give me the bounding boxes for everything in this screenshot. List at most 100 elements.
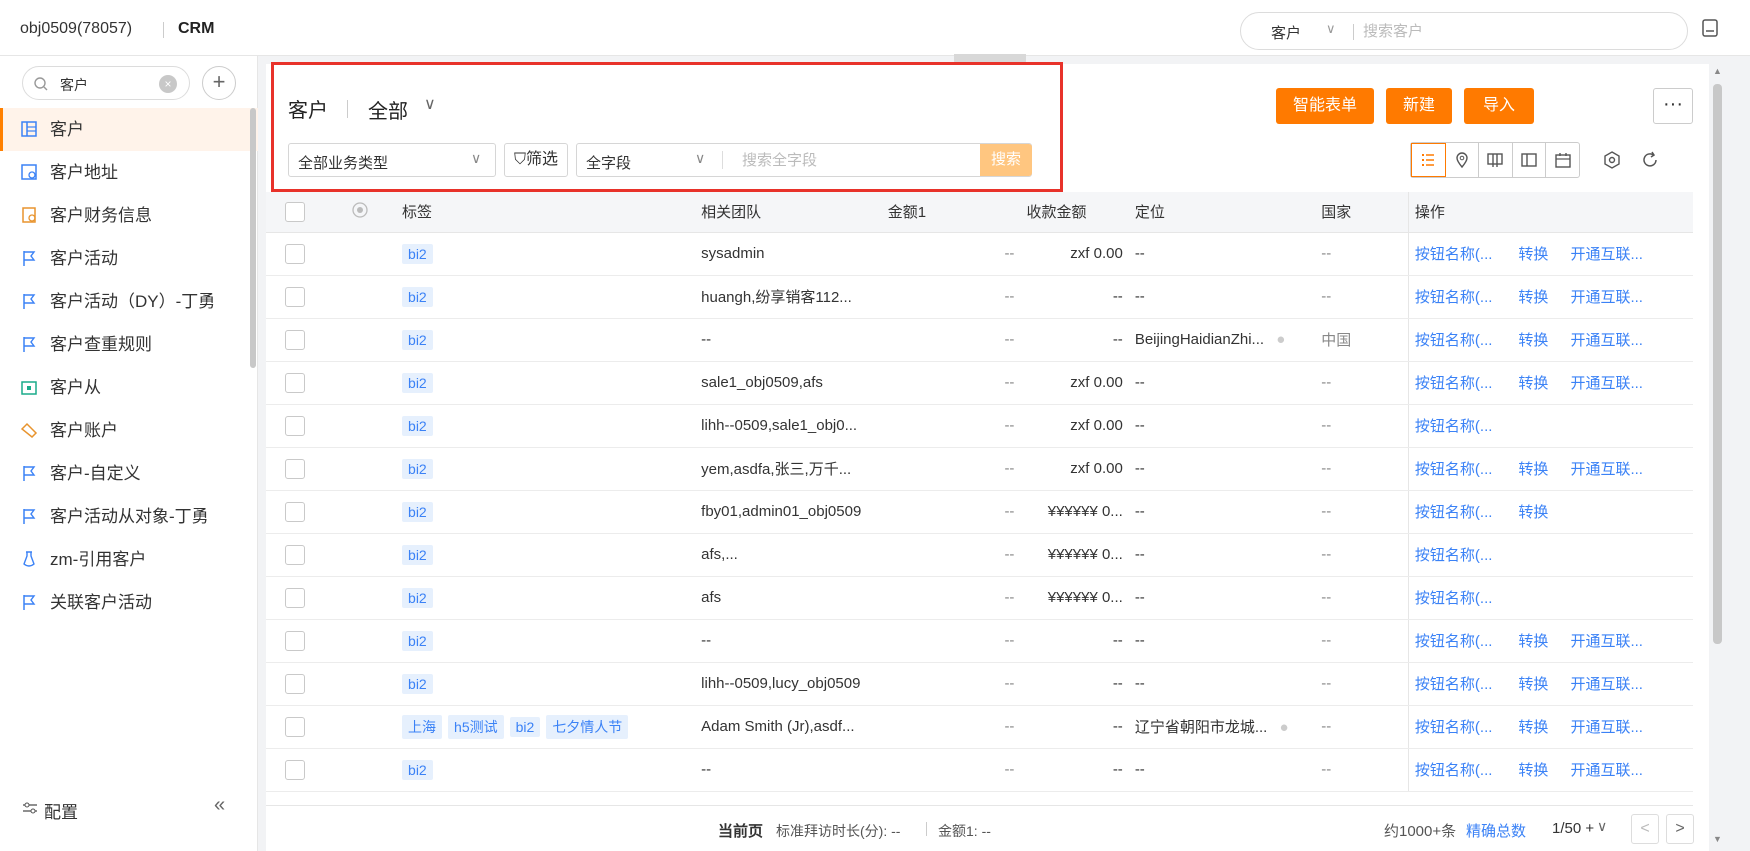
tag-badge[interactable]: bi2 <box>402 501 433 522</box>
tag-badge[interactable]: bi2 <box>402 329 433 350</box>
sidebar-item-customer[interactable]: 客户 <box>0 108 258 151</box>
col-location[interactable]: 定位 <box>1128 192 1316 233</box>
tag-badge[interactable]: bi2 <box>402 286 433 307</box>
row-action-link[interactable]: 按钮名称(... <box>1415 286 1493 307</box>
sidebar-item-customer-finance[interactable]: 客户财务信息 <box>0 194 258 237</box>
row-action-link[interactable]: 转换 <box>1518 759 1548 780</box>
row-checkbox[interactable] <box>285 544 306 565</box>
row-action-link[interactable]: 按钮名称(... <box>1415 673 1493 694</box>
smart-form-button[interactable]: 智能表单 <box>1276 88 1374 124</box>
table-row[interactable]: bi2 -- -- -- -- -- 按钮名称(... 转换 开通互联... <box>266 619 1693 663</box>
row-action-link[interactable]: 开通互联... <box>1570 716 1643 737</box>
row-checkbox[interactable] <box>285 372 306 393</box>
collapse-sidebar-button[interactable]: « <box>214 794 225 817</box>
row-checkbox[interactable] <box>285 415 306 436</box>
sidebar-search[interactable]: 客户 × <box>22 66 190 100</box>
row-action-link[interactable]: 按钮名称(... <box>1415 458 1493 479</box>
table-row[interactable]: bi2 -- -- -- -- -- 按钮名称(... 转换 开通互联... <box>266 748 1693 792</box>
row-action-link[interactable]: 开通互联... <box>1570 673 1643 694</box>
row-checkbox[interactable] <box>285 630 306 651</box>
row-checkbox[interactable] <box>285 458 306 479</box>
clear-icon[interactable]: × <box>159 75 177 93</box>
row-action-link[interactable]: 按钮名称(... <box>1415 759 1493 780</box>
sidebar-item-zm-ref[interactable]: zm-引用客户 <box>0 538 258 581</box>
sidebar-item-customer-activity-dy[interactable]: 客户活动（DY）-丁勇 <box>0 280 258 323</box>
global-search-input[interactable] <box>1363 20 1663 42</box>
calendar-view-icon[interactable] <box>1546 143 1579 177</box>
settings-icon[interactable] <box>1602 150 1622 170</box>
sidebar-item-customer-activity[interactable]: 客户活动 <box>0 237 258 280</box>
row-checkbox[interactable] <box>285 716 306 737</box>
prev-page-button[interactable]: < <box>1631 814 1659 844</box>
tag-badge[interactable]: 上海 <box>402 714 443 739</box>
sidebar-item-customer-sub[interactable]: 客户从 <box>0 366 258 409</box>
row-action-link[interactable]: 按钮名称(... <box>1415 630 1493 651</box>
row-action-link[interactable]: 转换 <box>1518 458 1548 479</box>
tag-badge[interactable]: bi2 <box>402 415 433 436</box>
more-button[interactable]: ··· <box>1653 88 1693 124</box>
page-indicator[interactable]: 1/50 + <box>1552 820 1594 837</box>
search-scope-select[interactable]: 客户 <box>1271 22 1301 43</box>
drag-handle[interactable] <box>954 54 1026 64</box>
chevron-down-icon[interactable]: ∨ <box>1326 21 1336 37</box>
chevron-down-icon[interactable]: ∨ <box>695 150 705 167</box>
row-checkbox[interactable] <box>285 673 306 694</box>
row-action-link[interactable]: 转换 <box>1518 372 1548 393</box>
chevron-down-icon[interactable]: ∨ <box>424 94 436 114</box>
row-checkbox[interactable] <box>285 759 306 780</box>
split-view-icon[interactable] <box>1513 143 1547 177</box>
table-row[interactable]: bi2 lihh--0509,sale1_obj0... -- zxf 0.00 -- -… <box>266 404 1693 448</box>
row-action-link[interactable]: 按钮名称(... <box>1415 716 1493 737</box>
sidebar-item-customer-custom[interactable]: 客户-自定义 <box>0 452 258 495</box>
row-action-link[interactable]: 按钮名称(... <box>1415 544 1493 565</box>
row-action-link[interactable]: 开通互联... <box>1570 329 1643 350</box>
table-row[interactable]: bi2 sysadmin -- zxf 0.00 -- -- 按钮名称(... 转换 开通互联.… <box>266 232 1693 276</box>
scroll-down-icon[interactable]: ▼ <box>1713 834 1722 844</box>
tag-badge[interactable]: bi2 <box>402 673 433 694</box>
row-action-link[interactable]: 转换 <box>1518 630 1548 651</box>
import-button[interactable]: 导入 <box>1464 88 1534 124</box>
tag-badge[interactable]: bi2 <box>402 458 433 479</box>
row-action-link[interactable]: 按钮名称(... <box>1415 587 1493 608</box>
page-scrollbar[interactable]: ▲ ▼ <box>1711 64 1724 851</box>
list-view-icon[interactable] <box>1411 143 1446 177</box>
row-action-link[interactable]: 按钮名称(... <box>1415 372 1493 393</box>
add-button[interactable]: + <box>202 66 236 100</box>
sidebar-item-duplicate-rules[interactable]: 客户查重规则 <box>0 323 258 366</box>
location-pin-icon[interactable]: ● <box>1280 719 1289 736</box>
table-row[interactable]: bi2 afs,... -- ¥¥¥¥¥¥ 0... -- -- 按钮名称(... <box>266 533 1693 577</box>
row-checkbox[interactable] <box>285 501 306 522</box>
row-action-link[interactable]: 转换 <box>1518 329 1548 350</box>
table-row[interactable]: bi2 huangh,纷享销客112... -- -- -- -- 按钮名称(... 转换 开通… <box>266 275 1693 319</box>
table-row[interactable]: bi2 yem,asdfa,张三,万千... -- zxf 0.00 -- -- 按钮名称(… <box>266 447 1693 491</box>
tag-badge[interactable]: bi2 <box>402 372 433 393</box>
map-view-icon[interactable] <box>1446 143 1480 177</box>
sidebar-scrollbar[interactable] <box>250 108 256 368</box>
global-search[interactable]: 客户 ∨ <box>1240 12 1688 50</box>
tag-badge[interactable]: bi2 <box>402 587 433 608</box>
chevron-down-icon[interactable]: ∨ <box>1597 818 1607 835</box>
location-pin-icon[interactable]: ● <box>1276 331 1285 348</box>
filter-button[interactable]: ⛉筛选 <box>504 143 568 177</box>
next-page-button[interactable]: > <box>1666 814 1694 844</box>
locate-column-icon[interactable] <box>324 192 397 233</box>
tag-badge[interactable]: bi2 <box>402 544 433 565</box>
sidebar-item-related-activity[interactable]: 关联客户活动 <box>0 581 258 624</box>
exact-count-link[interactable]: 精确总数 <box>1466 820 1526 841</box>
scrollbar-thumb[interactable] <box>1713 84 1722 644</box>
row-action-link[interactable]: 开通互联... <box>1570 630 1643 651</box>
row-checkbox[interactable] <box>285 243 306 264</box>
row-action-link[interactable]: 转换 <box>1518 501 1548 522</box>
field-select[interactable]: 全字段 <box>586 152 631 173</box>
sidebar-item-customer-address[interactable]: 客户地址 <box>0 151 258 194</box>
sidebar-item-customer-account[interactable]: 客户账户 <box>0 409 258 452</box>
row-checkbox[interactable] <box>285 329 306 350</box>
scroll-up-icon[interactable]: ▲ <box>1713 66 1722 76</box>
tag-badge[interactable]: bi2 <box>402 243 433 264</box>
sidebar-item-activity-sub[interactable]: 客户活动从对象-丁勇 <box>0 495 258 538</box>
refresh-icon[interactable] <box>1640 150 1660 170</box>
table-row[interactable]: bi2 afs -- ¥¥¥¥¥¥ 0... -- -- 按钮名称(... <box>266 576 1693 620</box>
row-action-link[interactable]: 转换 <box>1518 286 1548 307</box>
row-action-link[interactable]: 开通互联... <box>1570 286 1643 307</box>
table-row[interactable]: 上海 h5测试 bi2 七夕情人节 Adam Smith (Jr),asdf... -- -… <box>266 705 1693 749</box>
